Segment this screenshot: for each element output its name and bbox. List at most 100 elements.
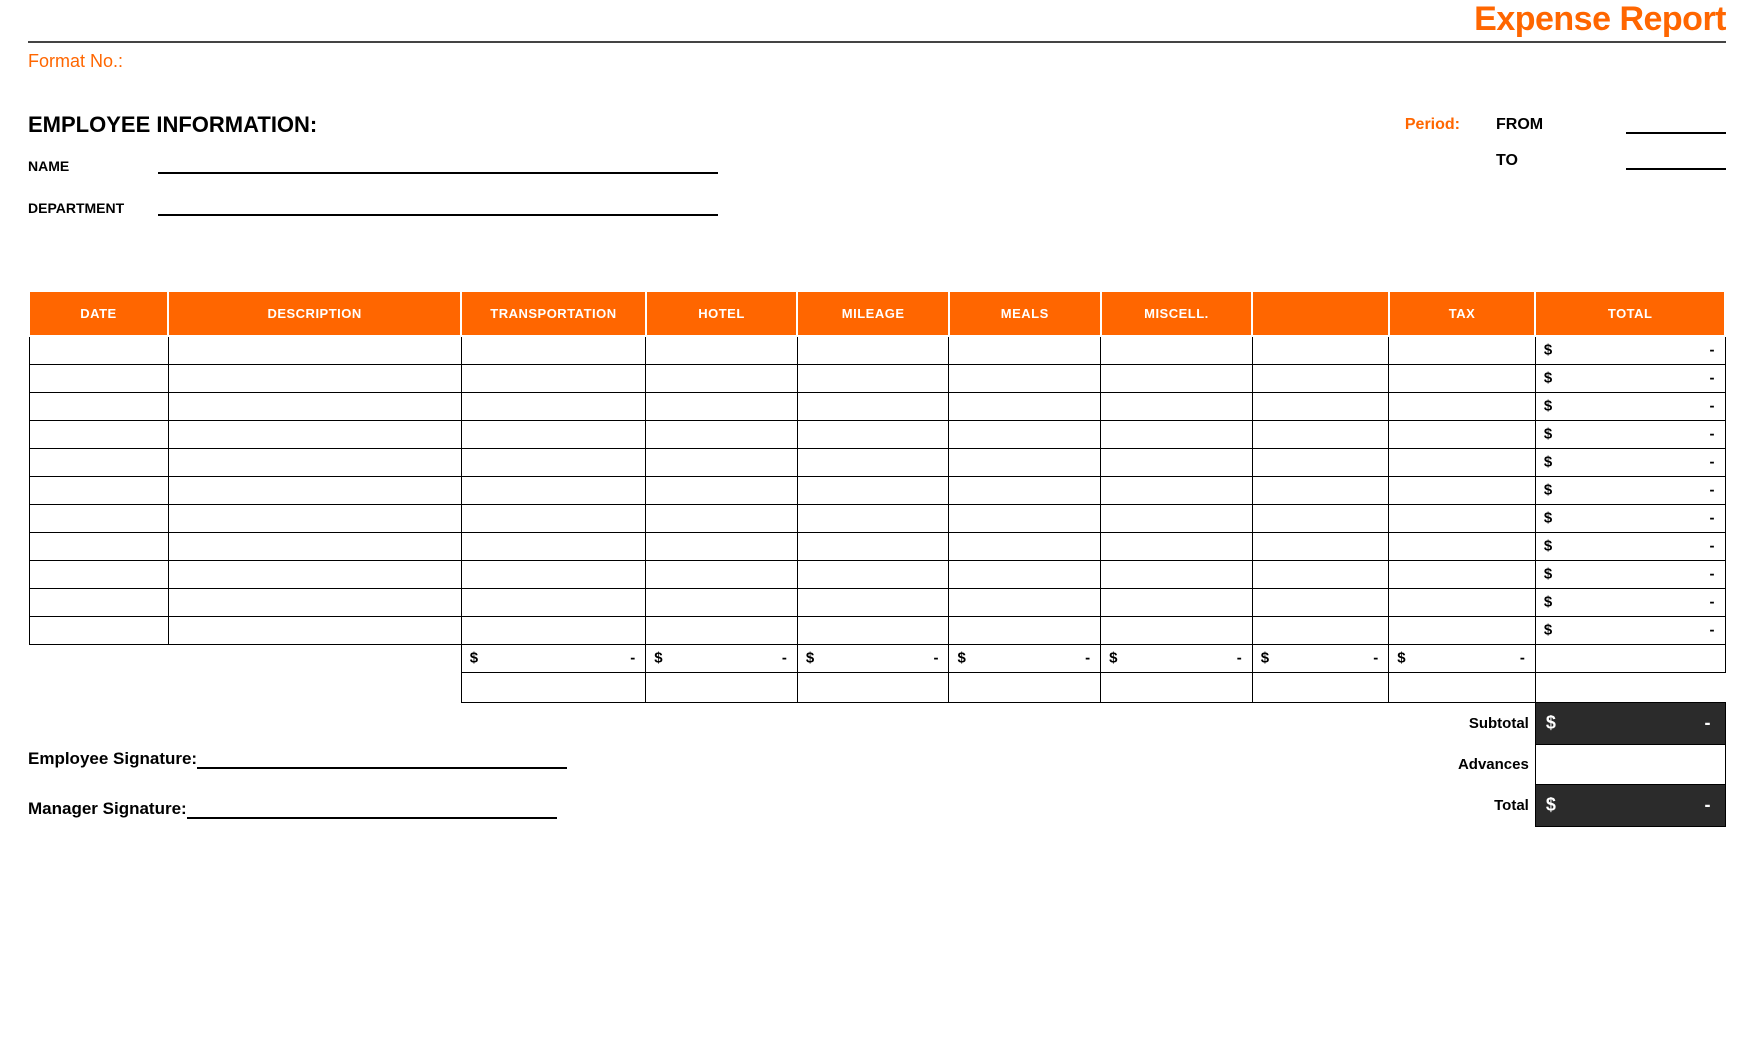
cell[interactable] — [1389, 532, 1536, 560]
cell[interactable] — [168, 420, 461, 448]
cell[interactable] — [461, 364, 646, 392]
cell[interactable] — [646, 560, 798, 588]
cell[interactable] — [168, 392, 461, 420]
cell[interactable] — [29, 364, 168, 392]
department-field-line[interactable] — [158, 198, 718, 216]
cell[interactable] — [1389, 504, 1536, 532]
cell[interactable] — [1252, 420, 1388, 448]
cell[interactable] — [461, 588, 646, 616]
cell[interactable] — [1389, 364, 1536, 392]
cell[interactable] — [949, 392, 1101, 420]
employee-signature-line[interactable] — [197, 751, 567, 769]
cell[interactable] — [1101, 504, 1253, 532]
cell[interactable] — [461, 616, 646, 644]
cell[interactable] — [1252, 364, 1388, 392]
money-cell[interactable]: $- — [1535, 504, 1725, 532]
cell[interactable] — [29, 476, 168, 504]
cell[interactable] — [1389, 420, 1536, 448]
cell[interactable] — [797, 448, 949, 476]
cell[interactable] — [1101, 336, 1253, 364]
cell[interactable] — [29, 560, 168, 588]
cell[interactable] — [797, 476, 949, 504]
money-cell[interactable]: $- — [1535, 560, 1725, 588]
money-cell[interactable]: $- — [646, 644, 798, 672]
money-cell[interactable]: $- — [1535, 336, 1725, 364]
cell[interactable] — [646, 476, 798, 504]
cell[interactable] — [797, 364, 949, 392]
name-field-line[interactable] — [158, 156, 718, 174]
cell[interactable] — [461, 448, 646, 476]
cell[interactable] — [797, 588, 949, 616]
cell[interactable] — [646, 504, 798, 532]
cell[interactable] — [1389, 448, 1536, 476]
cell[interactable] — [461, 476, 646, 504]
cell[interactable] — [1252, 476, 1388, 504]
cell[interactable] — [29, 616, 168, 644]
cell[interactable] — [29, 504, 168, 532]
cell[interactable] — [29, 336, 168, 364]
cell[interactable] — [646, 420, 798, 448]
cell[interactable] — [1389, 588, 1536, 616]
cell[interactable] — [168, 476, 461, 504]
cell[interactable] — [646, 364, 798, 392]
money-cell[interactable]: $- — [461, 644, 646, 672]
cell[interactable] — [461, 532, 646, 560]
cell[interactable] — [646, 336, 798, 364]
manager-signature-line[interactable] — [187, 801, 557, 819]
cell[interactable] — [1252, 560, 1388, 588]
period-to-line[interactable] — [1626, 152, 1726, 170]
cell[interactable] — [1101, 392, 1253, 420]
cell[interactable] — [949, 476, 1101, 504]
cell[interactable] — [461, 420, 646, 448]
cell[interactable] — [29, 392, 168, 420]
cell[interactable] — [797, 336, 949, 364]
money-cell[interactable]: $- — [1535, 420, 1725, 448]
cell[interactable] — [461, 336, 646, 364]
cell[interactable] — [29, 420, 168, 448]
cell[interactable] — [29, 588, 168, 616]
money-cell[interactable]: $- — [1535, 532, 1725, 560]
cell[interactable] — [646, 588, 798, 616]
cell[interactable] — [168, 532, 461, 560]
money-cell[interactable]: $- — [1535, 448, 1725, 476]
money-cell[interactable]: $- — [1535, 392, 1725, 420]
money-cell[interactable]: $- — [1535, 476, 1725, 504]
cell[interactable] — [1252, 532, 1388, 560]
cell[interactable] — [949, 532, 1101, 560]
cell[interactable] — [646, 532, 798, 560]
money-cell[interactable]: $- — [1101, 644, 1253, 672]
cell[interactable] — [949, 336, 1101, 364]
cell[interactable] — [949, 588, 1101, 616]
cell[interactable] — [797, 392, 949, 420]
cell[interactable] — [646, 448, 798, 476]
money-cell[interactable]: $- — [1535, 616, 1725, 644]
cell[interactable] — [1101, 588, 1253, 616]
cell[interactable] — [1101, 560, 1253, 588]
cell[interactable] — [168, 616, 461, 644]
cell[interactable] — [168, 448, 461, 476]
cell[interactable] — [29, 448, 168, 476]
cell[interactable] — [949, 420, 1101, 448]
cell[interactable] — [1101, 448, 1253, 476]
period-from-line[interactable] — [1626, 116, 1726, 134]
cell[interactable] — [797, 420, 949, 448]
cell[interactable] — [949, 616, 1101, 644]
cell[interactable] — [797, 616, 949, 644]
cell[interactable] — [1252, 448, 1388, 476]
money-cell[interactable]: $- — [1389, 644, 1536, 672]
cell[interactable] — [1389, 476, 1536, 504]
cell[interactable] — [1101, 616, 1253, 644]
cell[interactable] — [1389, 560, 1536, 588]
cell[interactable] — [461, 560, 646, 588]
cell[interactable] — [797, 504, 949, 532]
cell[interactable] — [168, 364, 461, 392]
cell[interactable] — [1101, 476, 1253, 504]
cell[interactable] — [949, 504, 1101, 532]
cell[interactable] — [797, 532, 949, 560]
cell[interactable] — [168, 560, 461, 588]
cell[interactable] — [949, 560, 1101, 588]
money-cell[interactable]: $- — [1252, 644, 1388, 672]
cell[interactable] — [1252, 588, 1388, 616]
cell[interactable] — [949, 364, 1101, 392]
cell[interactable] — [461, 392, 646, 420]
